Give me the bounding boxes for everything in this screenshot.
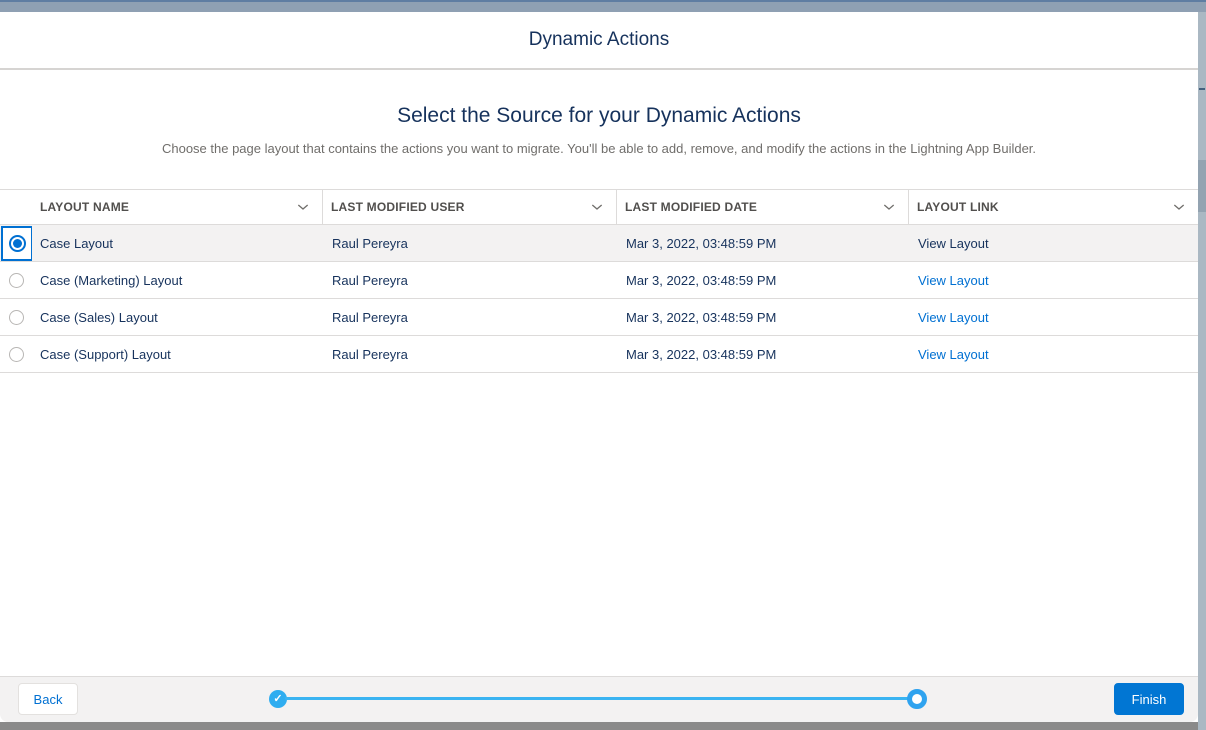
column-header-layout-name[interactable]: LAYOUT NAME <box>32 190 322 224</box>
row-radio[interactable] <box>9 310 24 325</box>
cell-last-modified-user: Raul Pereyra <box>322 236 616 251</box>
screen: Dynamic Actions Select the Source for yo… <box>0 0 1206 730</box>
page-heading: Select the Source for your Dynamic Actio… <box>0 104 1198 128</box>
cell-last-modified-date: Mar 3, 2022, 03:48:59 PM <box>616 347 908 362</box>
background-page-right-strip <box>1198 12 1206 730</box>
row-radio-cell <box>0 336 32 372</box>
cell-layout-name: Case (Support) Layout <box>32 347 322 362</box>
page-subheading: Choose the page layout that contains the… <box>0 141 1198 156</box>
table-header-row: LAYOUT NAME LAST MODIFIED USER LAST MODI… <box>0 190 1198 225</box>
column-header-last-modified-user[interactable]: LAST MODIFIED USER <box>322 190 616 224</box>
column-header-label: LAST MODIFIED USER <box>331 200 465 214</box>
row-radio-cell <box>0 262 32 298</box>
chevron-down-icon[interactable] <box>296 200 310 214</box>
row-radio-selected[interactable] <box>9 235 26 252</box>
row-radio-cell <box>0 225 32 261</box>
cell-layout-name: Case (Marketing) Layout <box>32 273 322 288</box>
cell-last-modified-user: Raul Pereyra <box>322 310 616 325</box>
modal-header: Dynamic Actions <box>0 12 1198 70</box>
view-layout-link[interactable]: View Layout <box>918 273 989 288</box>
background-page-top-strip <box>0 0 1206 12</box>
progress-track <box>285 697 909 700</box>
progress-step-current <box>907 689 927 709</box>
row-radio-cell <box>0 299 32 335</box>
chevron-down-icon[interactable] <box>590 200 604 214</box>
background-dots <box>1199 88 1201 90</box>
table-row[interactable]: Case Layout Raul Pereyra Mar 3, 2022, 03… <box>0 225 1198 262</box>
dynamic-actions-modal: Dynamic Actions Select the Source for yo… <box>0 12 1198 722</box>
check-icon: ✓ <box>273 694 282 705</box>
view-layout-link[interactable]: View Layout <box>918 310 989 325</box>
table-row[interactable]: Case (Marketing) Layout Raul Pereyra Mar… <box>0 262 1198 299</box>
scrollbar-thumb[interactable] <box>1198 160 1206 212</box>
chevron-down-icon[interactable] <box>1172 200 1186 214</box>
cell-last-modified-user: Raul Pereyra <box>322 273 616 288</box>
layout-table: LAYOUT NAME LAST MODIFIED USER LAST MODI… <box>0 189 1198 373</box>
cell-last-modified-date: Mar 3, 2022, 03:48:59 PM <box>616 236 908 251</box>
column-header-label: LAYOUT LINK <box>917 200 999 214</box>
modal-footer: Back ✓ Finish <box>0 676 1198 722</box>
cell-last-modified-date: Mar 3, 2022, 03:48:59 PM <box>616 310 908 325</box>
column-header-radio <box>0 190 32 224</box>
column-header-last-modified-date[interactable]: LAST MODIFIED DATE <box>616 190 908 224</box>
table-row[interactable]: Case (Support) Layout Raul Pereyra Mar 3… <box>0 336 1198 373</box>
cell-layout-name: Case (Sales) Layout <box>32 310 322 325</box>
column-header-label: LAST MODIFIED DATE <box>625 200 757 214</box>
column-header-layout-link[interactable]: LAYOUT LINK <box>908 190 1198 224</box>
cell-layout-name: Case Layout <box>32 236 322 251</box>
radio-focus-outline <box>1 226 32 261</box>
view-layout-link[interactable]: View Layout <box>918 236 989 251</box>
cell-last-modified-user: Raul Pereyra <box>322 347 616 362</box>
cell-last-modified-date: Mar 3, 2022, 03:48:59 PM <box>616 273 908 288</box>
chevron-down-icon[interactable] <box>882 200 896 214</box>
modal-title: Dynamic Actions <box>529 29 669 51</box>
back-button[interactable]: Back <box>18 683 78 715</box>
finish-button[interactable]: Finish <box>1114 683 1184 715</box>
table-row[interactable]: Case (Sales) Layout Raul Pereyra Mar 3, … <box>0 299 1198 336</box>
background-page-bottom-strip <box>0 722 1198 730</box>
column-header-label: LAYOUT NAME <box>40 200 129 214</box>
row-radio[interactable] <box>9 347 24 362</box>
row-radio[interactable] <box>9 273 24 288</box>
view-layout-link[interactable]: View Layout <box>918 347 989 362</box>
